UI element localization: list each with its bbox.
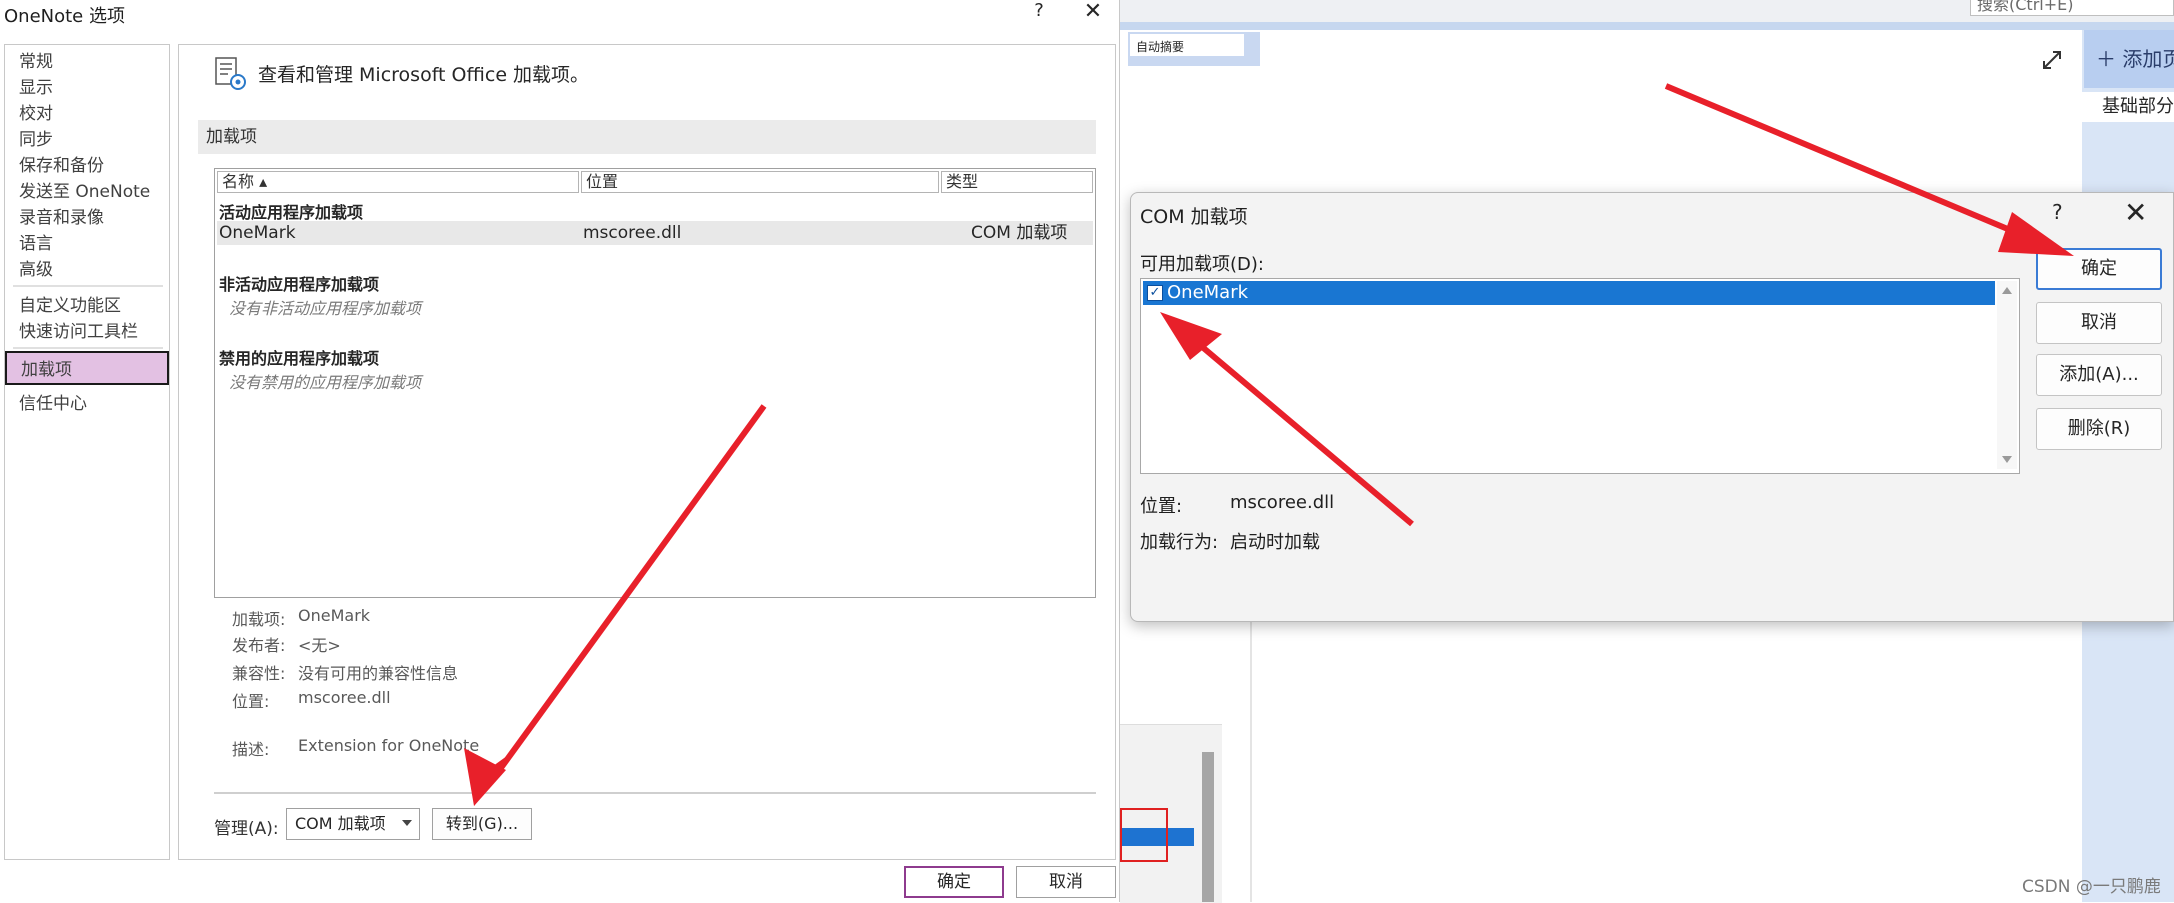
com-load-value: 启动时加载 [1230,532,1320,553]
addin-type-cell: COM 加载项 [971,223,1068,243]
com-location-value: mscoree.dll [1230,492,1335,513]
inactive-empty-note: 没有非活动应用程序加载项 [229,299,422,318]
manage-select[interactable]: COM 加载项 [286,808,420,840]
help-button[interactable]: ? [1024,0,1054,26]
detail-addin-value: OneMark [298,606,371,625]
nav-separator [13,347,163,349]
background-highlight-box [1120,808,1168,862]
divider [214,792,1096,794]
nav-separator [13,285,163,287]
detail-addin-label: 加载项: [232,610,286,629]
addin-item-label: OneMark [1167,282,1249,303]
com-help-button[interactable]: ? [2052,200,2063,224]
addins-header-text: 查看和管理 Microsoft Office 加载项。 [258,64,590,86]
addin-location-cell: mscoree.dll [583,223,682,243]
cancel-button[interactable]: 取消 [1016,866,1116,898]
nav-item-addins[interactable]: 加载项 [5,351,169,385]
detail-location-label: 位置: [232,692,270,711]
group-title-active: 活动应用程序加载项 [219,203,364,222]
background-search-box[interactable]: 搜索(Ctrl+E) [1970,0,2174,16]
chevron-up-icon[interactable] [2002,287,2012,294]
background-scrollbar[interactable] [1202,752,1214,902]
addins-list: 名称 ▴ 位置 类型 活动应用程序加载项 OneMark mscoree.dll… [214,168,1096,598]
nav-item-quick-access-toolbar[interactable]: 快速访问工具栏 [5,315,169,349]
group-title-inactive: 非活动应用程序加载项 [219,275,380,294]
close-button[interactable]: ✕ [1078,0,1108,26]
autosummary-label[interactable]: 自动摘要 [1130,34,1244,56]
chevron-down-icon[interactable] [402,820,412,826]
expand-icon[interactable] [2040,48,2064,72]
addins-section-title: 加载项 [198,120,1096,154]
detail-description-value: Extension for OneNote [298,736,480,755]
detail-description-label: 描述: [232,740,270,759]
com-location-label: 位置: [1140,496,1183,517]
available-addins-list: ✓ OneMark [1140,278,2020,474]
detail-publisher-value: <无> [298,636,341,655]
addin-checkbox[interactable]: ✓ [1147,285,1163,301]
detail-publisher-label: 发布者: [232,636,286,655]
disabled-empty-note: 没有禁用的应用程序加载项 [229,373,422,392]
com-ok-button[interactable]: 确定 [2036,248,2162,290]
com-cancel-button[interactable]: 取消 [2036,302,2162,344]
detail-compat-label: 兼容性: [232,664,286,683]
ok-button[interactable]: 确定 [904,866,1004,898]
com-dialog-title: COM 加载项 [1140,206,1248,228]
nav-item-trust-center[interactable]: 信任中心 [5,387,169,421]
background-ribbon-strip [1120,22,2174,30]
add-page-button[interactable]: ＋ 添加页 [2084,30,2174,88]
nav-item-advanced[interactable]: 高级 [5,253,169,287]
column-header-location[interactable]: 位置 [581,171,939,193]
addins-gear-icon [215,57,246,90]
options-sidebar: 常规 显示 校对 同步 保存和备份 发送至 OneNote 录音和录像 语言 高… [4,44,170,860]
com-close-button[interactable]: ✕ [2124,196,2147,229]
dialog-title: OneNote 选项 [4,6,125,27]
manage-label: 管理(A): [214,819,279,839]
detail-compat-value: 没有可用的兼容性信息 [298,664,459,683]
chevron-down-icon[interactable] [2002,456,2012,463]
list-item[interactable]: ✓ OneMark [1143,281,1995,305]
background-divider [1250,620,1252,902]
page-item-basic[interactable]: 基础部分 [2082,92,2174,122]
column-header-type[interactable]: 类型 [941,171,1093,193]
watermark: CSDN @一只鹏鹿 [2022,877,2161,897]
column-header-name[interactable]: 名称 ▴ [217,171,579,193]
detail-location-value: mscoree.dll [298,688,391,707]
table-row[interactable]: OneMark mscoree.dll COM 加载项 [217,221,1093,245]
addin-name-cell: OneMark [219,223,296,243]
com-load-label: 加载行为: [1140,532,1219,553]
com-remove-button[interactable]: 删除(R) [2036,408,2162,450]
goto-button[interactable]: 转到(G)... [432,808,532,840]
available-addins-label: 可用加载项(D): [1140,254,1264,275]
group-title-disabled: 禁用的应用程序加载项 [219,349,380,368]
com-add-button[interactable]: 添加(A)... [2036,354,2162,396]
list-scrollbar[interactable] [1997,281,2017,469]
